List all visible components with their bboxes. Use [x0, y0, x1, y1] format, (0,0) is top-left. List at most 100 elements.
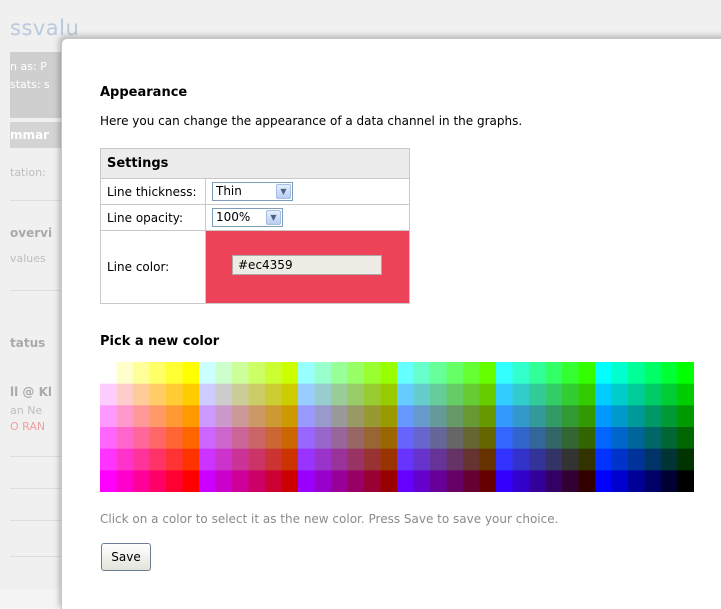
- palette-swatch[interactable]: [116, 405, 134, 428]
- palette-swatch[interactable]: [347, 427, 365, 450]
- palette-swatch[interactable]: [430, 448, 448, 471]
- palette-swatch[interactable]: [380, 362, 398, 385]
- palette-swatch[interactable]: [512, 405, 530, 428]
- palette-swatch[interactable]: [364, 383, 382, 406]
- palette-swatch[interactable]: [149, 383, 167, 406]
- palette-swatch[interactable]: [628, 427, 646, 450]
- palette-swatch[interactable]: [149, 448, 167, 471]
- palette-swatch[interactable]: [281, 448, 299, 471]
- palette-swatch[interactable]: [314, 383, 332, 406]
- palette-swatch[interactable]: [232, 383, 250, 406]
- palette-swatch[interactable]: [545, 427, 563, 450]
- palette-swatch[interactable]: [628, 362, 646, 385]
- palette-swatch[interactable]: [133, 362, 151, 385]
- palette-swatch[interactable]: [380, 427, 398, 450]
- palette-swatch[interactable]: [166, 448, 184, 471]
- palette-swatch[interactable]: [644, 383, 662, 406]
- palette-swatch[interactable]: [232, 405, 250, 428]
- palette-swatch[interactable]: [529, 427, 547, 450]
- palette-swatch[interactable]: [545, 470, 563, 492]
- palette-swatch[interactable]: [628, 448, 646, 471]
- palette-swatch[interactable]: [265, 470, 283, 492]
- palette-swatch[interactable]: [298, 405, 316, 428]
- palette-swatch[interactable]: [595, 448, 613, 471]
- palette-swatch[interactable]: [182, 383, 200, 406]
- line-thickness-select[interactable]: Thin ▼: [212, 182, 293, 201]
- palette-swatch[interactable]: [628, 405, 646, 428]
- palette-swatch[interactable]: [578, 405, 596, 428]
- palette-swatch[interactable]: [133, 383, 151, 406]
- palette-swatch[interactable]: [446, 383, 464, 406]
- palette-swatch[interactable]: [529, 470, 547, 492]
- palette-swatch[interactable]: [215, 383, 233, 406]
- palette-swatch[interactable]: [331, 405, 349, 428]
- palette-swatch[interactable]: [199, 448, 217, 471]
- palette-swatch[interactable]: [182, 405, 200, 428]
- palette-swatch[interactable]: [397, 383, 415, 406]
- palette-swatch[interactable]: [463, 470, 481, 492]
- palette-swatch[interactable]: [496, 427, 514, 450]
- palette-swatch[interactable]: [248, 405, 266, 428]
- palette-swatch[interactable]: [133, 448, 151, 471]
- palette-swatch[interactable]: [512, 470, 530, 492]
- palette-swatch[interactable]: [413, 362, 431, 385]
- palette-swatch[interactable]: [331, 383, 349, 406]
- palette-swatch[interactable]: [182, 427, 200, 450]
- palette-swatch[interactable]: [512, 362, 530, 385]
- palette-swatch[interactable]: [182, 362, 200, 385]
- palette-swatch[interactable]: [298, 427, 316, 450]
- palette-swatch[interactable]: [116, 362, 134, 385]
- palette-swatch[interactable]: [578, 383, 596, 406]
- palette-swatch[interactable]: [562, 470, 580, 492]
- palette-swatch[interactable]: [314, 405, 332, 428]
- palette-swatch[interactable]: [100, 427, 118, 450]
- palette-swatch[interactable]: [298, 470, 316, 492]
- palette-swatch[interactable]: [496, 448, 514, 471]
- palette-swatch[interactable]: [364, 470, 382, 492]
- palette-swatch[interactable]: [380, 383, 398, 406]
- palette-swatch[interactable]: [479, 383, 497, 406]
- palette-swatch[interactable]: [446, 405, 464, 428]
- palette-swatch[interactable]: [446, 470, 464, 492]
- palette-swatch[interactable]: [595, 362, 613, 385]
- palette-swatch[interactable]: [413, 383, 431, 406]
- palette-swatch[interactable]: [562, 383, 580, 406]
- color-palette[interactable]: [100, 362, 694, 492]
- palette-swatch[interactable]: [512, 383, 530, 406]
- palette-swatch[interactable]: [248, 427, 266, 450]
- palette-swatch[interactable]: [677, 470, 695, 492]
- palette-swatch[interactable]: [364, 405, 382, 428]
- palette-swatch[interactable]: [562, 427, 580, 450]
- palette-swatch[interactable]: [314, 427, 332, 450]
- palette-swatch[interactable]: [661, 448, 679, 471]
- palette-swatch[interactable]: [331, 427, 349, 450]
- palette-swatch[interactable]: [661, 470, 679, 492]
- palette-swatch[interactable]: [397, 405, 415, 428]
- palette-swatch[interactable]: [479, 362, 497, 385]
- palette-swatch[interactable]: [298, 383, 316, 406]
- palette-swatch[interactable]: [677, 427, 695, 450]
- palette-swatch[interactable]: [215, 405, 233, 428]
- palette-swatch[interactable]: [265, 405, 283, 428]
- palette-swatch[interactable]: [529, 448, 547, 471]
- palette-swatch[interactable]: [182, 448, 200, 471]
- palette-swatch[interactable]: [331, 448, 349, 471]
- palette-swatch[interactable]: [413, 405, 431, 428]
- palette-swatch[interactable]: [529, 383, 547, 406]
- palette-swatch[interactable]: [232, 470, 250, 492]
- palette-swatch[interactable]: [347, 470, 365, 492]
- palette-swatch[interactable]: [413, 427, 431, 450]
- palette-swatch[interactable]: [265, 362, 283, 385]
- palette-swatch[interactable]: [199, 405, 217, 428]
- chevron-down-icon[interactable]: ▼: [266, 210, 281, 225]
- palette-swatch[interactable]: [644, 470, 662, 492]
- palette-swatch[interactable]: [644, 362, 662, 385]
- palette-swatch[interactable]: [248, 362, 266, 385]
- palette-swatch[interactable]: [116, 470, 134, 492]
- palette-swatch[interactable]: [413, 470, 431, 492]
- palette-swatch[interactable]: [232, 362, 250, 385]
- palette-swatch[interactable]: [430, 427, 448, 450]
- palette-swatch[interactable]: [314, 362, 332, 385]
- palette-swatch[interactable]: [446, 427, 464, 450]
- palette-swatch[interactable]: [166, 362, 184, 385]
